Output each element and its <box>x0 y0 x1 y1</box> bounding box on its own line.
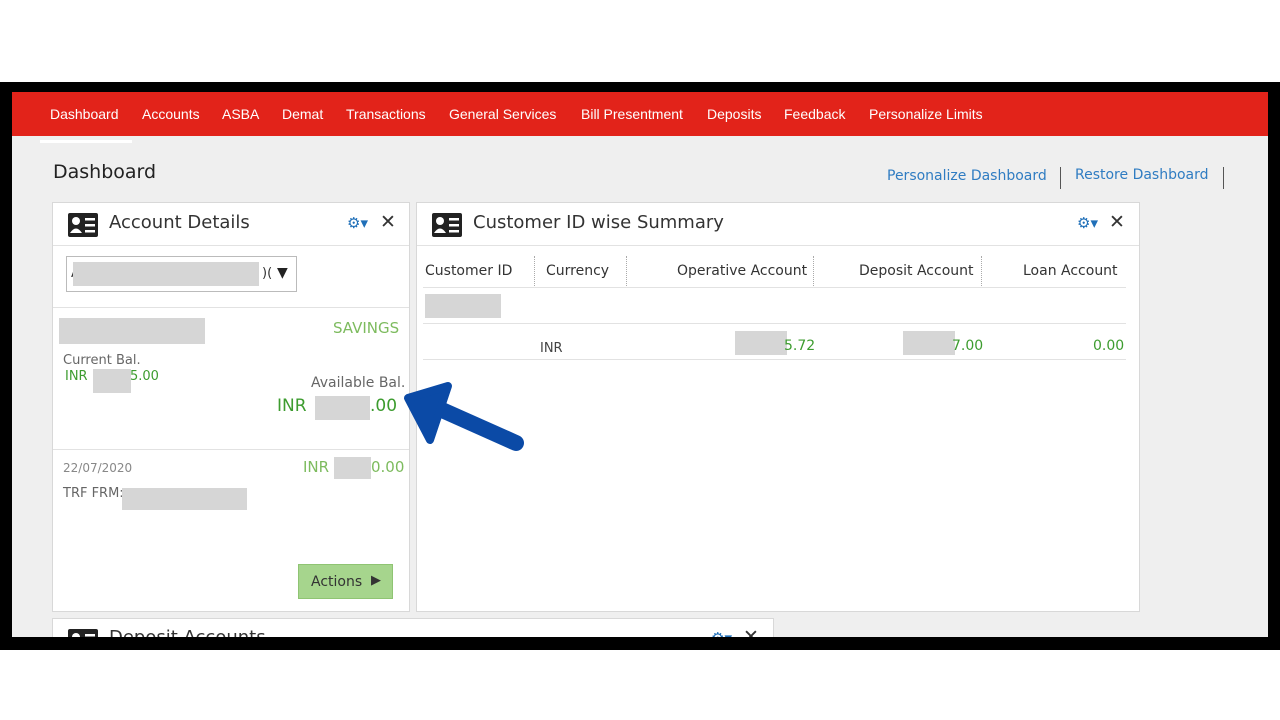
banking-screen: Dashboard Accounts ASBA Demat Transactio… <box>12 92 1268 637</box>
main-nav-bar: Dashboard Accounts ASBA Demat Transactio… <box>12 92 1268 136</box>
column-separator <box>813 256 814 286</box>
gear-icon[interactable]: ⚙▾ <box>347 214 368 232</box>
nav-deposits[interactable]: Deposits <box>707 106 761 122</box>
contact-card-icon <box>68 629 98 637</box>
nav-demat[interactable]: Demat <box>282 106 323 122</box>
column-separator <box>981 256 982 286</box>
account-select[interactable]: A )( ▼ <box>66 256 297 292</box>
current-balance-currency: INR <box>65 369 88 384</box>
column-currency[interactable]: Currency <box>546 263 609 279</box>
chevron-down-icon: ▼ <box>277 265 288 281</box>
active-tab-indicator <box>40 140 132 143</box>
column-separator <box>626 256 627 286</box>
available-balance-value: .00 <box>370 396 398 416</box>
row-operative-value: 5.72 <box>784 338 816 354</box>
contact-card-icon <box>68 213 98 237</box>
row-currency: INR <box>540 341 563 356</box>
column-operative-account[interactable]: Operative Account <box>677 263 807 279</box>
available-balance-label: Available Bal. <box>311 375 406 391</box>
nav-personalize-limits[interactable]: Personalize Limits <box>869 106 983 122</box>
restore-dashboard-link[interactable]: Restore Dashboard <box>1075 167 1209 183</box>
play-arrow-icon: ▶ <box>371 573 381 588</box>
panel-header: Customer ID wise Summary ⚙▾ ✕ <box>417 203 1139 246</box>
panel-title: Account Details <box>109 212 250 233</box>
redacted-transaction-amount <box>334 457 371 479</box>
account-details-panel: Account Details ⚙▾ ✕ A )( ▼ SAVINGS Curr… <box>52 202 410 612</box>
divider <box>53 449 409 450</box>
panel-title: Customer ID wise Summary <box>473 212 724 233</box>
nav-asba[interactable]: ASBA <box>222 106 259 122</box>
redacted-deposit-amount <box>903 331 955 355</box>
column-loan-account[interactable]: Loan Account <box>1023 263 1118 279</box>
transaction-date: 22/07/2020 <box>63 461 133 475</box>
divider <box>53 307 409 308</box>
actions-button[interactable]: Actions ▶ <box>298 564 393 599</box>
link-separator <box>1223 167 1224 189</box>
nav-feedback[interactable]: Feedback <box>784 106 845 122</box>
transaction-description: TRF FRM: <box>63 486 124 501</box>
nav-bill-presentment[interactable]: Bill Presentment <box>581 106 683 122</box>
panel-header: Account Details ⚙▾ ✕ <box>53 203 409 246</box>
row-deposit-value: 7.00 <box>952 338 984 354</box>
select-value-suffix: )( <box>262 266 273 281</box>
column-deposit-account[interactable]: Deposit Account <box>859 263 974 279</box>
redacted-current-balance <box>93 369 131 393</box>
current-balance-label: Current Bal. <box>63 353 141 368</box>
redacted-account-number <box>73 262 259 286</box>
close-icon[interactable]: ✕ <box>1109 211 1125 233</box>
deposit-accounts-panel: Deposit Accounts ⚙▾ ✕ <box>52 618 774 637</box>
redacted-transaction-source <box>122 488 247 510</box>
close-icon[interactable]: ✕ <box>380 211 396 233</box>
gear-icon[interactable]: ⚙▾ <box>711 629 732 637</box>
nav-transactions[interactable]: Transactions <box>346 106 426 122</box>
annotation-arrow <box>404 382 524 451</box>
nav-accounts[interactable]: Accounts <box>142 106 200 122</box>
contact-card-icon <box>432 213 462 237</box>
current-balance-value: 5.00 <box>130 369 159 384</box>
available-balance-currency: INR <box>277 396 307 416</box>
table-row: INR 5.72 7.00 0.00 <box>423 324 1126 360</box>
link-separator <box>1060 167 1061 189</box>
nav-dashboard[interactable]: Dashboard <box>50 106 119 122</box>
column-separator <box>534 256 535 286</box>
nav-general-services[interactable]: General Services <box>449 106 556 122</box>
redacted-operative-amount <box>735 331 787 355</box>
personalize-dashboard-link[interactable]: Personalize Dashboard <box>887 168 1047 184</box>
actions-button-label: Actions <box>311 574 363 590</box>
gear-icon[interactable]: ⚙▾ <box>1077 214 1098 232</box>
redacted-available-balance <box>315 396 370 420</box>
redacted-customer-id <box>425 294 501 318</box>
panel-title: Deposit Accounts <box>109 627 266 637</box>
page-title: Dashboard <box>53 161 157 183</box>
table-header: Customer ID Currency Operative Account D… <box>423 246 1126 288</box>
transaction-currency: INR <box>303 458 330 476</box>
row-loan-value: 0.00 <box>1093 338 1125 354</box>
redacted-account-name <box>59 318 205 344</box>
close-icon[interactable]: ✕ <box>743 626 759 637</box>
customer-id-row <box>423 288 1126 324</box>
column-customer-id[interactable]: Customer ID <box>425 263 512 279</box>
account-type-badge: SAVINGS <box>333 319 400 337</box>
